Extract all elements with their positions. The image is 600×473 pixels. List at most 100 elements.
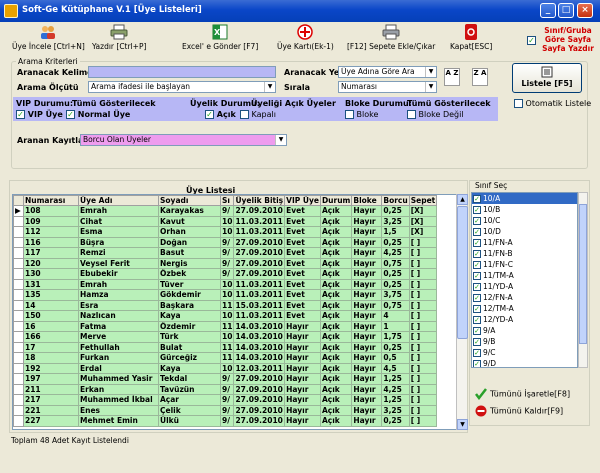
table-row[interactable]: 221 Enes Çelik 9/27.09.2010 Hayır Açık Hayır 3,… (13, 404, 438, 416)
row-selector[interactable] (13, 299, 24, 311)
column-header[interactable]: Sı (219, 195, 235, 206)
column-header[interactable]: Sepet (408, 195, 438, 206)
row-selector[interactable] (13, 352, 24, 364)
column-header[interactable]: Numarası (23, 195, 79, 206)
print-by-class-checkbox[interactable]: ✓ (527, 36, 536, 45)
class-list-item[interactable]: ✓ 10/D (472, 226, 577, 237)
class-checkbox[interactable]: ✓ (473, 261, 481, 269)
table-row[interactable]: 120 Veysel Ferit Nergis 9/27.09.2010 Evet Açı… (13, 257, 438, 269)
member-card-button[interactable]: Üye Kartı(Ek-1) (277, 24, 334, 51)
sort-ascending-icon[interactable]: A Z (444, 68, 460, 86)
class-list[interactable]: ✓ 10/A ✓ 10/B ✓ 10/C ✓ 10/D ✓ 11/FN-A ✓ 11/FN-B ✓ 11/… (471, 192, 578, 368)
row-selector[interactable] (13, 362, 24, 374)
class-checkbox[interactable]: ✓ (473, 349, 481, 357)
send-to-excel-button[interactable]: X Excel' e Gönder [F7] (182, 24, 258, 51)
column-header[interactable]: Üyelik Bitiş (233, 195, 286, 206)
maximize-button[interactable]: □ (558, 3, 574, 18)
row-selector[interactable] (13, 226, 24, 238)
select-all-button[interactable]: Tümünü İşaretle[F8] (475, 388, 570, 400)
scroll-thumb[interactable] (579, 204, 587, 344)
class-list-item[interactable]: ✓ 11/FN-B (472, 248, 577, 259)
column-header[interactable]: VIP Üye (284, 195, 321, 206)
add-to-basket-button[interactable]: [F12] Sepete Ekle/Çıkar (347, 24, 435, 51)
class-checkbox[interactable]: ✓ (473, 206, 481, 214)
column-header[interactable]: Soyadı (158, 195, 221, 206)
column-header[interactable]: Üye Adı (78, 195, 159, 206)
row-selector[interactable] (13, 289, 24, 301)
class-list-item[interactable]: ✓ 11/YD-A (472, 281, 577, 292)
not-blocked-checkbox[interactable] (407, 110, 416, 119)
vip-member-option[interactable]: ✓ VIP Üye (16, 110, 63, 119)
class-list-item[interactable]: ✓ 9/B (472, 336, 577, 347)
table-row[interactable]: 130 Ebubekir Özbek 9/27.09.2010 Evet Açık Hayı… (13, 268, 438, 280)
class-list-item[interactable]: ✓ 9/C (472, 347, 577, 358)
table-row[interactable]: 227 Mehmet Emin Ülkü 9/27.09.2010 Hayır Açık H… (13, 415, 438, 427)
row-selector[interactable] (13, 320, 24, 332)
class-list-item[interactable]: ✓ 11/TM-A (472, 270, 577, 281)
print-button[interactable]: Yazdır [Ctrl+P] (92, 24, 146, 51)
close-window-button[interactable]: × (577, 3, 593, 18)
table-row[interactable]: 109 Cihat Kavut 10 11.03.2011 Evet Açık Hayır 3,… (13, 215, 438, 227)
searched-records-select[interactable]: Borcu Olan Üyeler ▼ (80, 134, 287, 146)
row-selector[interactable] (13, 331, 24, 343)
clear-all-button[interactable]: Tümünü Kaldır[F9] (475, 405, 563, 417)
row-selector[interactable] (13, 236, 24, 248)
class-list-item[interactable]: ✓ 9/D (472, 358, 577, 367)
vip-member-checkbox[interactable]: ✓ (16, 110, 25, 119)
column-header[interactable]: Borcu (381, 195, 410, 206)
class-checkbox[interactable]: ✓ (473, 305, 481, 313)
chevron-down-icon[interactable]: ▼ (264, 82, 275, 92)
row-selector[interactable] (13, 373, 24, 385)
row-selector[interactable] (13, 268, 24, 280)
keyword-input[interactable] (88, 66, 276, 78)
class-list-item[interactable]: ✓ 12/YD-A (472, 314, 577, 325)
class-list-scrollbar[interactable] (578, 192, 588, 368)
table-row[interactable]: 197 Muhammed Yasir Tekdal 9/27.09.2010 Hayır… (13, 373, 438, 385)
class-list-item[interactable]: ✓ 11/FN-C (472, 259, 577, 270)
class-checkbox[interactable]: ✓ (473, 316, 481, 324)
close-form-button[interactable]: Kapat[ESC] (450, 24, 492, 51)
row-selector[interactable] (13, 257, 24, 269)
class-list-item[interactable]: ✓ 10/A (472, 193, 577, 204)
normal-member-option[interactable]: ✓ Normal Üye (66, 110, 130, 119)
class-list-item[interactable]: ✓ 10/C (472, 215, 577, 226)
class-list-item[interactable]: ✓ 12/TM-A (472, 303, 577, 314)
scroll-thumb[interactable] (457, 206, 468, 339)
row-selector[interactable] (13, 247, 24, 259)
row-selector[interactable] (13, 383, 24, 395)
class-checkbox[interactable]: ✓ (473, 272, 481, 280)
table-row[interactable]: 116 Büşra Doğan 9/27.09.2010 Evet Açık Hayır 0,… (13, 236, 438, 248)
class-checkbox[interactable]: ✓ (473, 360, 481, 367)
table-row[interactable]: 17 Fethullah Bulat 11 14.03.2010 Hayır Açık Hay… (13, 341, 438, 353)
normal-member-checkbox[interactable]: ✓ (66, 110, 75, 119)
open-option[interactable]: ✓ Açık (205, 110, 236, 119)
class-checkbox[interactable]: ✓ (473, 338, 481, 346)
chevron-down-icon[interactable]: ▼ (425, 67, 436, 77)
auto-list-checkbox[interactable] (514, 99, 523, 108)
member-table-scrollbar[interactable]: ▲ ▼ (456, 194, 468, 430)
table-row[interactable]: 112 Esma Orhan 10 11.03.2011 Evet Açık Hayır 1,5… (13, 226, 438, 238)
table-row[interactable]: 131 Emrah Tüver 10 11.03.2011 Evet Açık Hayır 0,… (13, 278, 438, 290)
row-selector[interactable] (13, 415, 24, 427)
table-row[interactable]: 16 Fatma Özdemir 11 14.03.2010 Hayır Açık Hayır… (13, 320, 438, 332)
chevron-down-icon[interactable]: ▼ (425, 82, 436, 92)
row-selector[interactable] (13, 310, 24, 322)
table-row[interactable]: 18 Furkan Gürceğiz 11 14.03.2010 Hayır Açık Hay… (13, 352, 438, 364)
row-selector[interactable] (13, 404, 24, 416)
row-selector[interactable] (13, 341, 24, 353)
table-row[interactable]: ▶ 108 Emrah Karayakas 9/27.09.2010 Evet Açık Ha… (13, 205, 438, 217)
table-row[interactable]: 217 Muhammed İkbal Açar 9/27.09.2010 Hayır Aç… (13, 394, 438, 406)
scroll-up-icon[interactable]: ▲ (457, 194, 468, 205)
class-list-item[interactable]: ✓ 9/A (472, 325, 577, 336)
row-selector[interactable]: ▶ (13, 205, 24, 217)
class-checkbox[interactable]: ✓ (473, 294, 481, 302)
class-checkbox[interactable]: ✓ (473, 217, 481, 225)
table-row[interactable]: 150 Nazlıcan Kaya 10 11.03.2011 Evet Açık Hayır… (13, 310, 438, 322)
sort-descending-icon[interactable]: Z A (472, 68, 488, 86)
sort-select[interactable]: Numarası ▼ (338, 81, 437, 93)
closed-checkbox[interactable] (240, 110, 249, 119)
search-field-select[interactable]: Üye Adına Göre Ara ▼ (338, 66, 437, 78)
criteria-select[interactable]: Arama ifadesi ile başlayan ▼ (88, 81, 276, 93)
table-row[interactable]: 192 Erdal Kaya 10 12.03.2011 Hayır Açık Hayır 4,… (13, 362, 438, 374)
minimize-button[interactable]: _ (540, 3, 556, 18)
